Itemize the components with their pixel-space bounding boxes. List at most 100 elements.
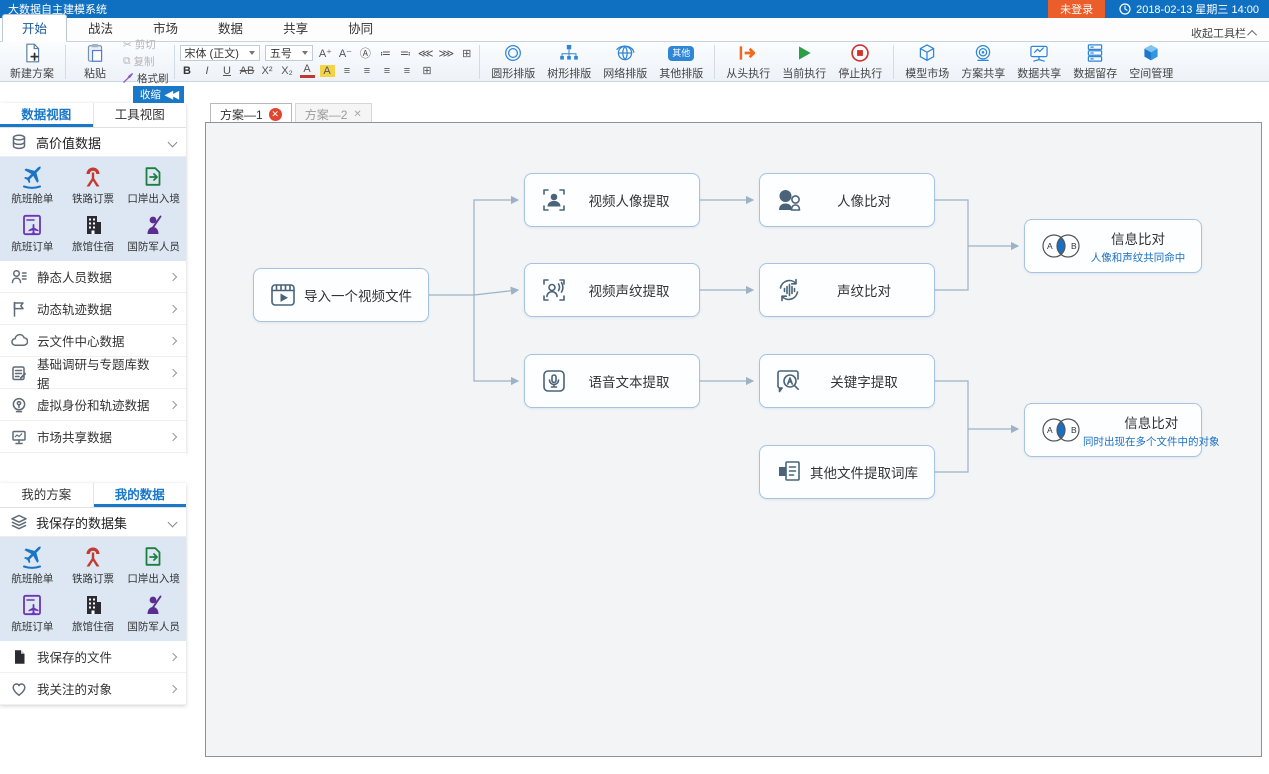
- change-case-button[interactable]: Ⓐ: [358, 45, 373, 61]
- table-button[interactable]: ⊞: [459, 47, 474, 60]
- close-tab-icon[interactable]: [269, 108, 282, 121]
- collapse-toolbar-button[interactable]: 收起工具栏: [1191, 25, 1269, 41]
- node-face-extract[interactable]: 视频人像提取: [524, 173, 700, 227]
- run-from-start-button[interactable]: 从头执行: [720, 43, 776, 81]
- font-family-select[interactable]: 宋体 (正文): [180, 45, 260, 61]
- dataset-military-personnel[interactable]: 国防军人员: [123, 589, 184, 637]
- format-painter-button[interactable]: 格式刷: [123, 71, 169, 86]
- workflow-canvas[interactable]: 导入一个视频文件 视频人像提取 视频声纹提取: [205, 122, 1262, 757]
- shrink-font-button[interactable]: A⁻: [338, 47, 353, 60]
- login-status-badge[interactable]: 未登录: [1048, 0, 1105, 18]
- high-value-data-header[interactable]: 高价值数据: [0, 128, 186, 157]
- node-label: 声纹比对: [804, 280, 934, 300]
- copy-button[interactable]: ⧉ 复制: [123, 54, 169, 69]
- node-keyword-extract[interactable]: 关键字提取: [759, 354, 935, 408]
- model-market-button[interactable]: 模型市场: [899, 43, 955, 81]
- font-size-select[interactable]: 五号: [265, 45, 313, 61]
- dataset-flight-manifest[interactable]: 航班舱单: [2, 541, 63, 589]
- node-info-compare-2[interactable]: A B 信息比对 同时出现在多个文件中的对象: [1024, 403, 1202, 457]
- dataset-flight-order[interactable]: 航班订单: [2, 589, 63, 637]
- highlight-button[interactable]: A: [320, 65, 335, 77]
- number-list-button[interactable]: ≕: [398, 47, 413, 60]
- data-share-button[interactable]: 数据共享: [1011, 43, 1067, 81]
- subscript-button[interactable]: X₂: [280, 65, 295, 77]
- sidebar-collapse-button[interactable]: 收缩 ◀◀: [133, 86, 184, 103]
- dataset-hotel-stay[interactable]: 旅馆住宿: [63, 209, 124, 257]
- ribbon-tab-start[interactable]: 开始: [2, 14, 67, 42]
- run-current-button[interactable]: 当前执行: [776, 43, 832, 81]
- align-right-button[interactable]: ≡: [380, 65, 395, 77]
- node-voice-compare[interactable]: 声纹比对: [759, 263, 935, 317]
- space-management-button[interactable]: 空间管理: [1123, 43, 1179, 81]
- other-layout-button[interactable]: 其他 其他排版: [653, 43, 709, 81]
- node-label: 关键字提取: [804, 371, 934, 391]
- font-color-button[interactable]: A: [300, 63, 315, 78]
- chevron-down-icon: [168, 137, 178, 147]
- chevron-down-icon: [302, 51, 308, 55]
- my-data-panel: 我的方案 我的数据 我保存的数据集 航班舱单 铁路订票 口岸出入境 航班订: [0, 483, 186, 705]
- my-saved-files[interactable]: 我保存的文件: [0, 641, 186, 673]
- space-management-label: 空间管理: [1129, 65, 1173, 81]
- saved-datasets-header[interactable]: 我保存的数据集: [0, 508, 186, 537]
- tree-layout-button[interactable]: 树形排版: [541, 43, 597, 81]
- indent-button[interactable]: ⋙: [439, 47, 455, 60]
- doc-tab-label: 方案—1: [220, 106, 263, 123]
- tab-my-plans[interactable]: 我的方案: [0, 483, 94, 507]
- dataset-border-entry[interactable]: 口岸出入境: [123, 541, 184, 589]
- category-market-shared-data[interactable]: 市场共享数据: [0, 421, 186, 453]
- data-retention-button[interactable]: 数据留存: [1067, 43, 1123, 81]
- dataset-rail-ticket[interactable]: 铁路订票: [63, 161, 124, 209]
- tab-data-view[interactable]: 数据视图: [0, 103, 94, 127]
- align-center-button[interactable]: ≡: [360, 65, 375, 77]
- superscript-button[interactable]: X²: [260, 65, 275, 77]
- new-document-icon: [21, 42, 43, 64]
- cut-button[interactable]: ✂ 剪切: [123, 37, 169, 52]
- node-face-compare[interactable]: 人像比对: [759, 173, 935, 227]
- category-dynamic-track-data[interactable]: 动态轨迹数据: [0, 293, 186, 325]
- justify-button[interactable]: ≡: [400, 65, 415, 77]
- tab-tool-view[interactable]: 工具视图: [94, 103, 187, 127]
- stop-button[interactable]: 停止执行: [832, 43, 888, 81]
- plan-share-button[interactable]: 方案共享: [955, 43, 1011, 81]
- bold-button[interactable]: B: [180, 65, 195, 77]
- ribbon-tab-collab[interactable]: 协同: [329, 15, 392, 41]
- category-label: 动态轨迹数据: [37, 299, 112, 318]
- dataset-label: 航班舱单: [11, 191, 53, 206]
- node-voice-extract[interactable]: 视频声纹提取: [524, 263, 700, 317]
- dataset-border-entry[interactable]: 口岸出入境: [123, 161, 184, 209]
- grow-font-button[interactable]: A⁺: [318, 47, 333, 60]
- paste-button[interactable]: 粘贴: [71, 43, 119, 81]
- dataset-label: 旅馆住宿: [72, 619, 114, 634]
- circle-layout-button[interactable]: 圆形排版: [485, 43, 541, 81]
- category-cloud-file-data[interactable]: 云文件中心数据: [0, 325, 186, 357]
- close-tab-icon[interactable]: [353, 109, 361, 120]
- category-static-person-data[interactable]: 静态人员数据: [0, 261, 186, 293]
- my-followed-objects[interactable]: 我关注的对象: [0, 673, 186, 705]
- borders-button[interactable]: ⊞: [420, 64, 435, 77]
- ribbon-tab-data[interactable]: 数据: [199, 15, 262, 41]
- dataset-flight-order[interactable]: 航班订单: [2, 209, 63, 257]
- node-info-compare-1[interactable]: A B 信息比对 人像和声纹共同命中: [1024, 219, 1202, 273]
- bullet-list-button[interactable]: ≔: [378, 47, 393, 60]
- network-layout-button[interactable]: 网络排版: [597, 43, 653, 81]
- dataset-military-personnel[interactable]: 国防军人员: [123, 209, 184, 257]
- ribbon-tab-share[interactable]: 共享: [264, 15, 327, 41]
- underline-button[interactable]: U: [220, 65, 235, 77]
- category-research-library-data[interactable]: 基础调研与专题库数据: [0, 357, 186, 389]
- node-other-lexicon[interactable]: 其他文件提取词库: [759, 445, 935, 499]
- node-import-video[interactable]: 导入一个视频文件: [253, 268, 429, 322]
- data-retention-label: 数据留存: [1073, 65, 1117, 81]
- strikethrough-button[interactable]: AB: [240, 65, 255, 77]
- align-left-button[interactable]: ≡: [340, 65, 355, 77]
- outdent-button[interactable]: ⋘: [418, 47, 434, 60]
- tab-my-data[interactable]: 我的数据: [94, 483, 187, 507]
- dataset-hotel-stay[interactable]: 旅馆住宿: [63, 589, 124, 637]
- category-virtual-identity-data[interactable]: 虚拟身份和轨迹数据: [0, 389, 186, 421]
- dataset-flight-manifest[interactable]: 航班舱单: [2, 161, 63, 209]
- play-icon: [794, 43, 814, 64]
- italic-button[interactable]: I: [200, 65, 215, 77]
- dataset-rail-ticket[interactable]: 铁路订票: [63, 541, 124, 589]
- node-speech-extract[interactable]: 语音文本提取: [524, 354, 700, 408]
- section-label: 我保存的数据集: [36, 513, 127, 532]
- new-plan-button[interactable]: 新建方案: [4, 43, 60, 81]
